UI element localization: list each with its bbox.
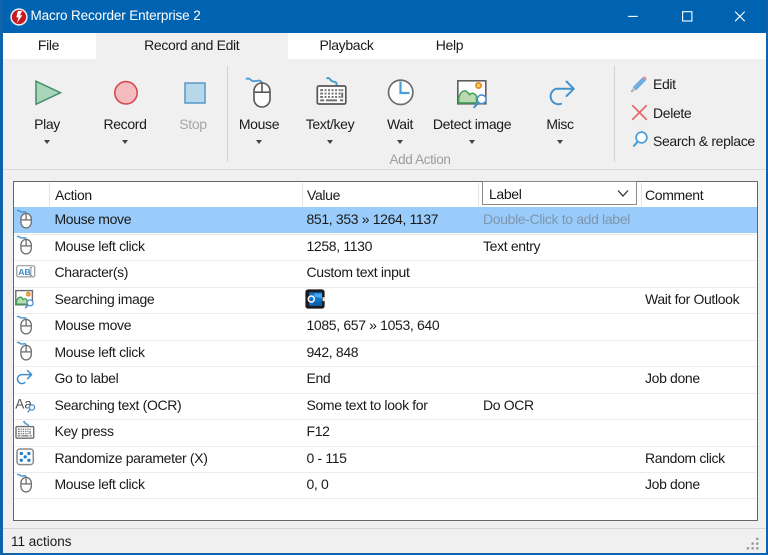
svg-text:AB: AB xyxy=(18,267,30,277)
